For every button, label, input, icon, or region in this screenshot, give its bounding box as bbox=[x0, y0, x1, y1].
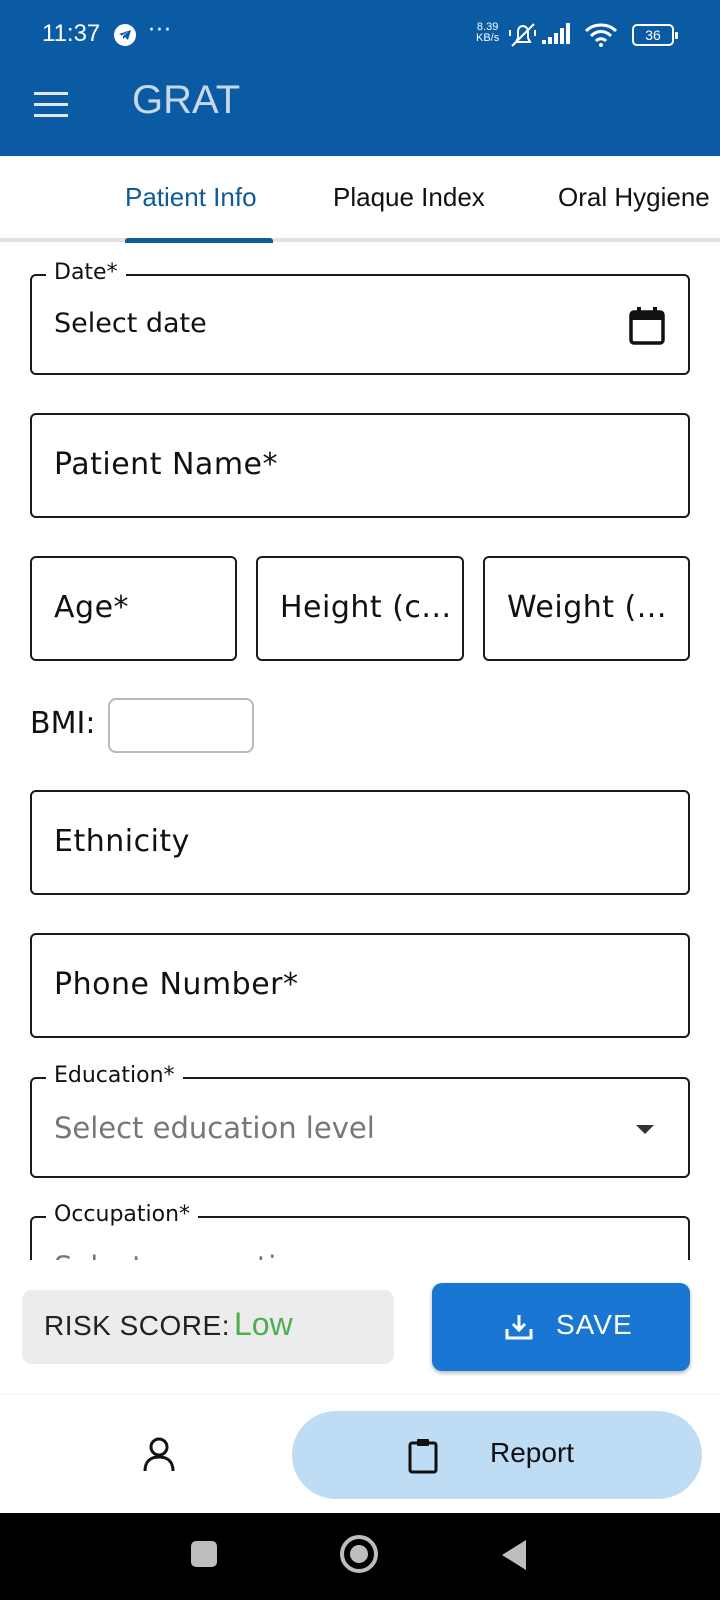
height-field[interactable]: Height (c... bbox=[256, 556, 464, 661]
occupation-select[interactable]: Occupation* Select occupation bbox=[30, 1202, 690, 1260]
risk-score-label: RISK SCORE: bbox=[44, 1310, 230, 1341]
patient-name-field[interactable]: Patient Name* bbox=[30, 413, 690, 518]
back-icon[interactable] bbox=[502, 1540, 526, 1570]
active-tab-indicator bbox=[125, 238, 273, 243]
clipboard-icon bbox=[408, 1439, 438, 1474]
wifi-icon bbox=[584, 23, 618, 47]
telegram-icon bbox=[114, 24, 136, 46]
occupation-placeholder: Select occupation bbox=[54, 1250, 312, 1260]
person-icon[interactable] bbox=[142, 1437, 176, 1473]
phone-placeholder: Phone Number* bbox=[54, 967, 299, 1002]
age-placeholder: Age* bbox=[54, 590, 130, 625]
bmi-input[interactable] bbox=[108, 698, 254, 753]
education-placeholder: Select education level bbox=[54, 1111, 375, 1145]
date-label: Date* bbox=[46, 260, 126, 285]
mute-icon bbox=[509, 23, 536, 47]
bottom-navigation: Report bbox=[0, 1395, 720, 1513]
weight-field[interactable]: Weight (... bbox=[483, 556, 690, 661]
app-title: GRAT bbox=[132, 78, 241, 122]
date-field[interactable]: Date* Select date bbox=[30, 260, 690, 375]
report-label: Report bbox=[490, 1437, 575, 1468]
education-select[interactable]: Education* Select education level bbox=[30, 1063, 690, 1178]
menu-icon[interactable] bbox=[34, 92, 68, 118]
risk-score-box: RISK SCORE: Low bbox=[22, 1290, 394, 1364]
tab-patient-info[interactable]: Patient Info bbox=[125, 182, 257, 213]
height-placeholder: Height (c... bbox=[280, 590, 452, 625]
more-notifications-icon: ··· bbox=[148, 18, 172, 43]
tab-bar: Patient Info Plaque Index Oral Hygiene bbox=[0, 156, 720, 243]
dropdown-arrow-icon[interactable] bbox=[636, 1125, 654, 1134]
occupation-label: Occupation* bbox=[46, 1202, 199, 1227]
bmi-label: BMI: bbox=[30, 706, 96, 741]
ethnicity-placeholder: Ethnicity bbox=[54, 824, 190, 859]
education-label: Education* bbox=[46, 1063, 183, 1088]
weight-placeholder: Weight (... bbox=[507, 590, 667, 625]
download-icon bbox=[505, 1315, 533, 1340]
risk-score-value: Low bbox=[234, 1306, 293, 1342]
home-icon[interactable] bbox=[340, 1535, 378, 1573]
action-bar: RISK SCORE: Low SAVE bbox=[0, 1260, 720, 1395]
battery-icon: 36 bbox=[632, 24, 678, 46]
net-speed-unit: KB/s bbox=[476, 32, 500, 44]
signal-icon bbox=[542, 23, 570, 44]
save-label: SAVE bbox=[556, 1309, 633, 1340]
save-button[interactable]: SAVE bbox=[432, 1283, 690, 1371]
age-field[interactable]: Age* bbox=[30, 556, 237, 661]
report-nav-item[interactable]: Report bbox=[292, 1411, 702, 1499]
tab-plaque-index[interactable]: Plaque Index bbox=[333, 182, 485, 213]
date-value: Select date bbox=[54, 308, 207, 339]
tab-oral-hygiene[interactable]: Oral Hygiene bbox=[558, 182, 710, 213]
system-navigation-bar bbox=[0, 1513, 720, 1600]
calendar-icon[interactable] bbox=[628, 306, 666, 346]
occupation-clip: Occupation* Select occupation bbox=[0, 1200, 720, 1260]
recents-icon[interactable] bbox=[191, 1541, 217, 1567]
network-speed: 8.39 KB/s bbox=[476, 22, 499, 44]
patient-name-placeholder: Patient Name* bbox=[54, 447, 278, 482]
app-header: 11:37 ··· 8.39 KB/s 36 GRAT bbox=[0, 0, 720, 156]
ethnicity-field[interactable]: Ethnicity bbox=[30, 790, 690, 895]
status-time: 11:37 bbox=[42, 20, 101, 47]
phone-field[interactable]: Phone Number* bbox=[30, 933, 690, 1038]
